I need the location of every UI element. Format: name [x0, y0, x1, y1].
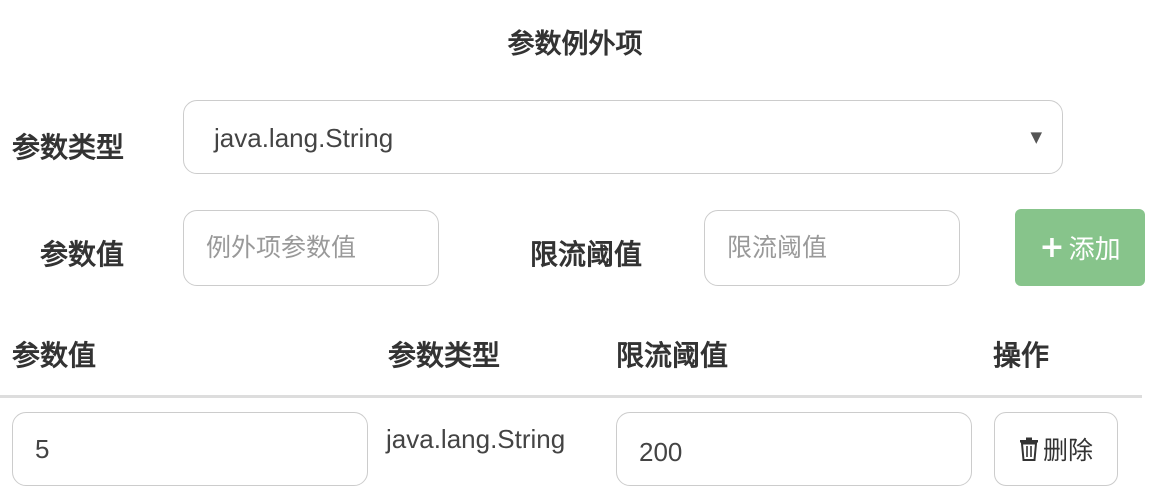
threshold-input[interactable] — [704, 210, 960, 286]
trash-icon — [1019, 437, 1038, 461]
row-param-value: 5 — [35, 434, 50, 464]
param-type-select[interactable]: java.lang.String ▼ — [183, 100, 1063, 174]
delete-button[interactable]: 删除 — [994, 412, 1118, 486]
row-threshold: 200 — [639, 437, 683, 467]
param-type-selected-value: java.lang.String — [214, 123, 394, 153]
row-threshold-input[interactable]: 200 — [616, 412, 972, 486]
section-title: 参数例外项 — [507, 29, 643, 60]
param-value-label: 参数值 — [40, 238, 125, 271]
table-header-param-type: 参数类型 — [388, 339, 501, 372]
row-param-value-input[interactable]: 5 — [12, 412, 368, 486]
add-button-label: 添加 — [1068, 235, 1121, 265]
threshold-label: 限流阈值 — [530, 238, 643, 271]
delete-button-label: 删除 — [1042, 436, 1093, 465]
chevron-down-icon: ▼ — [1030, 128, 1042, 146]
param-type-label: 参数类型 — [12, 131, 125, 164]
table-header-threshold: 限流阈值 — [616, 339, 729, 372]
table-header-param-value: 参数值 — [12, 339, 97, 372]
param-value-input[interactable] — [183, 210, 439, 286]
table-header-divider — [0, 395, 1142, 398]
table-header-actions: 操作 — [993, 339, 1050, 372]
add-button[interactable]: + 添加 — [1015, 209, 1145, 286]
plus-icon: + — [1039, 230, 1065, 265]
row-param-type: java.lang.String — [386, 424, 566, 454]
